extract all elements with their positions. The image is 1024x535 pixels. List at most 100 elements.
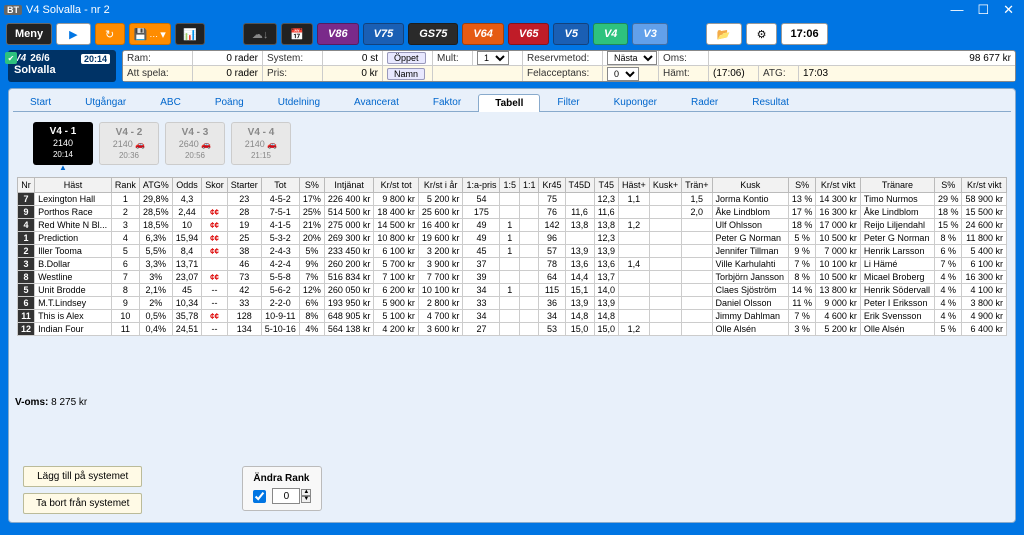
oms-label: Oms: — [659, 51, 709, 65]
game-v5[interactable]: V5 — [553, 23, 588, 45]
ram-value: 0 rader — [193, 51, 263, 65]
table-row[interactable]: 12Indian Four110,4%24,51--1345-10-164%56… — [18, 323, 1007, 336]
col-header[interactable]: Kr/st vikt — [962, 178, 1007, 193]
table-row[interactable]: 7Lexington Hall129,8%4,3234-5-217%226 40… — [18, 193, 1007, 206]
info-row: ✔ V4 26/6 20:14 Solvalla Ram: 0 rader Sy… — [0, 48, 1024, 82]
game-v65[interactable]: V65 — [508, 23, 550, 45]
col-header[interactable]: Häst — [35, 178, 112, 193]
col-header[interactable]: Kr/st vikt — [816, 178, 861, 193]
oppet-badge[interactable]: Öppet — [387, 52, 426, 64]
settings-button[interactable]: ⚙ — [746, 23, 778, 45]
save-dropdown[interactable]: 💾 … ▾ — [129, 23, 171, 45]
refresh-button[interactable]: ↻ — [95, 23, 125, 45]
col-header[interactable]: S% — [788, 178, 816, 193]
game-info-card[interactable]: ✔ V4 26/6 20:14 Solvalla — [8, 50, 116, 82]
tab-utgångar[interactable]: Utgångar — [68, 93, 143, 111]
open-folder-button[interactable]: 📂 — [706, 23, 742, 45]
tab-tabell[interactable]: Tabell — [478, 94, 540, 112]
remove-from-system-button[interactable]: Ta bort från systemet — [23, 493, 142, 514]
tab-poäng[interactable]: Poäng — [198, 93, 261, 111]
menu-button[interactable]: Meny — [6, 23, 52, 45]
table-row[interactable]: 5Unit Brodde82,1%45--425-6-212%260 050 k… — [18, 284, 1007, 297]
hamt-value: (17:06) — [709, 66, 759, 81]
tab-resultat[interactable]: Resultat — [735, 93, 806, 111]
col-header[interactable]: T45D — [565, 178, 594, 193]
rank-up[interactable]: ▲ — [301, 489, 311, 496]
game-v4[interactable]: V4 — [593, 23, 628, 45]
col-header[interactable]: 1:5 — [500, 178, 520, 193]
col-header[interactable]: Rank — [111, 178, 139, 193]
col-header[interactable]: Kusk — [712, 178, 788, 193]
fel-select[interactable]: 0 — [607, 67, 639, 81]
data-table: NrHästRankATG%OddsSkorStarterTotS%Intjän… — [17, 177, 1007, 336]
col-header[interactable]: Intjänat — [324, 178, 374, 193]
game-v64[interactable]: V64 — [462, 23, 504, 45]
table-row[interactable]: 11This is Alex100,5%35,78¢¢12810-9-118%6… — [18, 310, 1007, 323]
table-row[interactable]: 4Red White N Bl...318,5%10¢¢194-1-521%27… — [18, 219, 1007, 232]
col-header[interactable]: Odds — [172, 178, 202, 193]
att-label: Att spela: — [123, 66, 193, 81]
cloud-button[interactable]: ☁↓ — [243, 23, 278, 45]
col-header[interactable]: Kusk+ — [649, 178, 681, 193]
col-header[interactable]: Tot — [261, 178, 299, 193]
rank-spinner[interactable]: 0 ▲▼ — [272, 488, 311, 504]
play-button[interactable]: ▶ — [56, 23, 90, 45]
rank-checkbox[interactable] — [253, 490, 266, 503]
col-header[interactable]: Kr/st tot — [374, 178, 419, 193]
rank-down[interactable]: ▼ — [301, 496, 311, 503]
table-row[interactable]: 3B.Dollar63,3%13,71464-2-49%260 200 kr5 … — [18, 258, 1007, 271]
table-row[interactable]: 9Porthos Race228,5%2,44¢¢287-5-125%514 5… — [18, 206, 1007, 219]
col-header[interactable]: Skor — [202, 178, 228, 193]
main-toolbar: Meny ▶ ↻ 💾 … ▾ 📊 ☁↓ 📅 V86 V75 GS75 V64 V… — [0, 20, 1024, 48]
add-to-system-button[interactable]: Lägg till på systemet — [23, 466, 142, 487]
maximize-button[interactable]: ☐ — [977, 2, 989, 18]
track-name: Solvalla — [14, 64, 110, 76]
table-row[interactable]: 6M.T.Lindsey92%10,34--332-2-06%193 950 k… — [18, 297, 1007, 310]
tab-filter[interactable]: Filter — [540, 93, 596, 111]
col-header[interactable]: ATG% — [139, 178, 172, 193]
race-chip[interactable]: V4 - 1214020:14 — [33, 122, 93, 165]
col-header[interactable]: 1:1 — [519, 178, 539, 193]
reserv-select[interactable]: Nästa — [607, 51, 657, 65]
tab-abc[interactable]: ABC — [143, 93, 198, 111]
game-v3[interactable]: V3 — [632, 23, 667, 45]
tab-rader[interactable]: Rader — [674, 93, 735, 111]
col-header[interactable]: T45 — [594, 178, 619, 193]
col-header[interactable]: Trän+ — [682, 178, 712, 193]
col-header[interactable]: Häst+ — [619, 178, 650, 193]
col-header[interactable]: 1:a-pris — [463, 178, 500, 193]
table-row[interactable]: 2Iller Tooma55,5%8,4¢¢382-4-35%233 450 k… — [18, 245, 1007, 258]
tab-utdelning[interactable]: Utdelning — [261, 93, 337, 111]
tab-kuponger[interactable]: Kuponger — [597, 93, 674, 111]
table-wrap: NrHästRankATG%OddsSkorStarterTotS%Intjän… — [17, 177, 1007, 336]
namn-badge[interactable]: Namn — [387, 68, 425, 80]
col-header[interactable]: Nr — [18, 178, 35, 193]
col-header[interactable]: Kr/st i år — [418, 178, 463, 193]
col-header[interactable]: S% — [934, 178, 962, 193]
mult-select[interactable]: 1 — [477, 51, 509, 65]
calendar-button[interactable]: 📅 — [281, 23, 313, 45]
minimize-button[interactable]: — — [950, 2, 963, 18]
game-v86[interactable]: V86 — [317, 23, 359, 45]
mult-label: Mult: — [433, 51, 473, 65]
race-chip[interactable]: V4 - 22140 🚗20:36 — [99, 122, 159, 165]
col-header[interactable]: Kr45 — [539, 178, 565, 193]
tab-start[interactable]: Start — [13, 93, 68, 111]
game-v75[interactable]: V75 — [363, 23, 405, 45]
chart-button[interactable]: 📊 — [175, 23, 205, 45]
race-chip[interactable]: V4 - 32640 🚗20:56 — [165, 122, 225, 165]
check-icon: ✔ — [5, 52, 17, 64]
tab-faktor[interactable]: Faktor — [416, 93, 478, 111]
race-chip[interactable]: V4 - 42140 🚗21:15 — [231, 122, 291, 165]
atg-label: ATG: — [759, 66, 799, 81]
nav-tabs: StartUtgångarABCPoängUtdelningAvanceratF… — [13, 93, 1011, 112]
game-gs75[interactable]: GS75 — [408, 23, 458, 45]
table-row[interactable]: 1Prediction46,3%15,94¢¢255-3-220%269 300… — [18, 232, 1007, 245]
tab-avancerat[interactable]: Avancerat — [337, 93, 416, 111]
table-row[interactable]: 8Westline73%23,07¢¢735-5-87%516 834 kr7 … — [18, 271, 1007, 284]
col-header[interactable]: Starter — [227, 178, 261, 193]
close-button[interactable]: ✕ — [1003, 2, 1014, 18]
pris-value: 0 kr — [323, 66, 383, 81]
col-header[interactable]: Tränare — [860, 178, 934, 193]
col-header[interactable]: S% — [299, 178, 324, 193]
